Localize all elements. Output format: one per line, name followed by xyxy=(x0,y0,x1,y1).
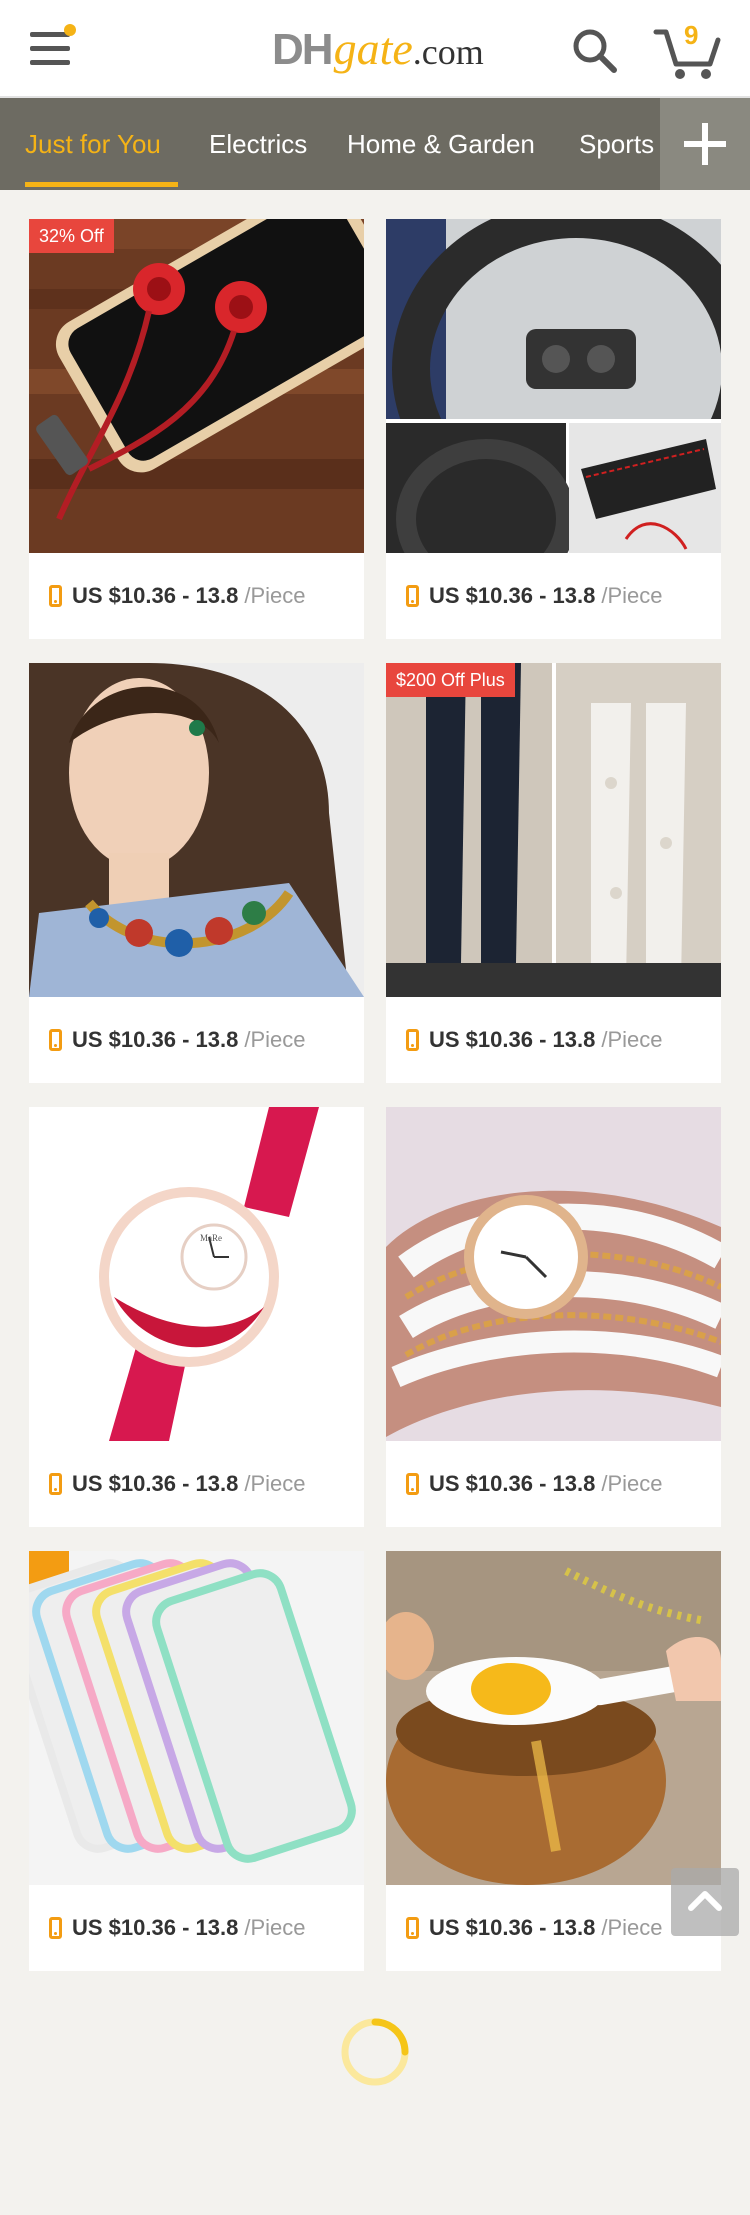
logo-com: .com xyxy=(412,32,484,72)
product-card[interactable]: US $10.36 - 13.8 /Piece xyxy=(29,663,364,1083)
product-image-earphones[interactable]: 32% Off xyxy=(29,219,364,553)
menu-icon-bar xyxy=(30,60,70,65)
spinner-icon xyxy=(339,2016,411,2088)
cart-count-badge: 9 xyxy=(684,20,699,50)
active-tab-indicator xyxy=(25,182,178,187)
price-row: US $10.36 - 13.8 /Piece xyxy=(386,1441,721,1527)
promo-badge: $200 Off Plus xyxy=(386,663,515,697)
product-unit: /Piece xyxy=(244,1915,306,1940)
product-price: US $10.36 - 13.8 xyxy=(72,1915,239,1940)
product-unit: /Piece xyxy=(601,583,663,608)
product-price: US $10.36 - 13.8 xyxy=(72,583,239,608)
product-unit: /Piece xyxy=(244,583,306,608)
plus-icon-vertical xyxy=(702,123,708,165)
app-header: DH gate .com 9 xyxy=(0,0,750,98)
category-tabbar: Just for You Electrics Home & Garden Spo… xyxy=(0,98,750,190)
product-card[interactable]: MaRe US $10.36 - 13.8 /Piece xyxy=(29,1107,364,1527)
mobile-price-icon xyxy=(406,585,419,607)
product-price: US $10.36 - 13.8 xyxy=(429,1471,596,1496)
logo-dh: DH xyxy=(272,25,334,74)
product-unit: /Piece xyxy=(601,1471,663,1496)
back-to-top-button[interactable] xyxy=(671,1868,739,1936)
price-row: US $10.36 - 13.8 /Piece xyxy=(29,997,364,1083)
product-image-egg-separator[interactable] xyxy=(386,1551,721,1885)
product-image-phone-cases[interactable] xyxy=(29,1551,364,1885)
tab-just-for-you[interactable]: Just for You xyxy=(25,98,161,190)
product-price: US $10.36 - 13.8 xyxy=(429,1915,596,1940)
mobile-price-icon xyxy=(49,1917,62,1939)
search-button[interactable] xyxy=(570,26,620,76)
menu-button[interactable] xyxy=(30,24,76,72)
watch-brand-label: MaRe xyxy=(200,1233,222,1243)
product-image-bracelet-watch[interactable] xyxy=(386,1107,721,1441)
notification-dot xyxy=(64,24,76,36)
product-card[interactable]: 32% Off US $10.36 - 13.8 /Piece xyxy=(29,219,364,639)
price-row: US $10.36 - 13.8 /Piece xyxy=(386,553,721,639)
price-row: US $10.36 - 13.8 /Piece xyxy=(29,1885,364,1971)
product-unit: /Piece xyxy=(244,1027,306,1052)
product-price: US $10.36 - 13.8 xyxy=(429,1027,596,1052)
product-image-leggings[interactable]: $200 Off Plus xyxy=(386,663,721,997)
product-image-necklace[interactable] xyxy=(29,663,364,997)
tab-sports[interactable]: Sports xyxy=(579,98,654,190)
product-unit: /Piece xyxy=(244,1471,306,1496)
price-row: US $10.36 - 13.8 /Piece xyxy=(29,1441,364,1527)
add-category-button[interactable] xyxy=(660,98,750,190)
product-card[interactable]: US $10.36 - 13.8 /Piece xyxy=(386,1107,721,1527)
dhgate-logo[interactable]: DH gate .com xyxy=(272,22,484,82)
cart-button[interactable]: 9 xyxy=(652,20,722,82)
price-row: US $10.36 - 13.8 /Piece xyxy=(386,997,721,1083)
mobile-price-icon xyxy=(406,1029,419,1051)
price-row: US $10.36 - 13.8 /Piece xyxy=(29,553,364,639)
mobile-price-icon xyxy=(406,1917,419,1939)
product-unit: /Piece xyxy=(601,1915,663,1940)
mobile-price-icon xyxy=(406,1473,419,1495)
logo-gate: gate xyxy=(333,23,413,74)
discount-badge: 32% Off xyxy=(29,219,114,253)
tab-home-garden[interactable]: Home & Garden xyxy=(347,98,535,190)
search-icon xyxy=(573,29,617,73)
tab-electrics[interactable]: Electrics xyxy=(209,98,307,190)
product-image-pink-watch[interactable]: MaRe xyxy=(29,1107,364,1441)
mobile-price-icon xyxy=(49,1029,62,1051)
product-price: US $10.36 - 13.8 xyxy=(72,1471,239,1496)
chevron-up-icon xyxy=(688,1891,722,1911)
product-price: US $10.36 - 13.8 xyxy=(72,1027,239,1052)
product-price: US $10.36 - 13.8 xyxy=(429,583,596,608)
product-card[interactable]: US $10.36 - 13.8 /Piece xyxy=(29,1551,364,1971)
mobile-price-icon xyxy=(49,1473,62,1495)
product-card[interactable]: US $10.36 - 13.8 /Piece xyxy=(386,219,721,639)
mobile-price-icon xyxy=(49,585,62,607)
menu-icon-bar xyxy=(30,46,70,51)
product-image-steering-wheel[interactable] xyxy=(386,219,721,553)
product-card[interactable]: $200 Off Plus US $10.36 - 13.8 /Piece xyxy=(386,663,721,1083)
product-unit: /Piece xyxy=(601,1027,663,1052)
